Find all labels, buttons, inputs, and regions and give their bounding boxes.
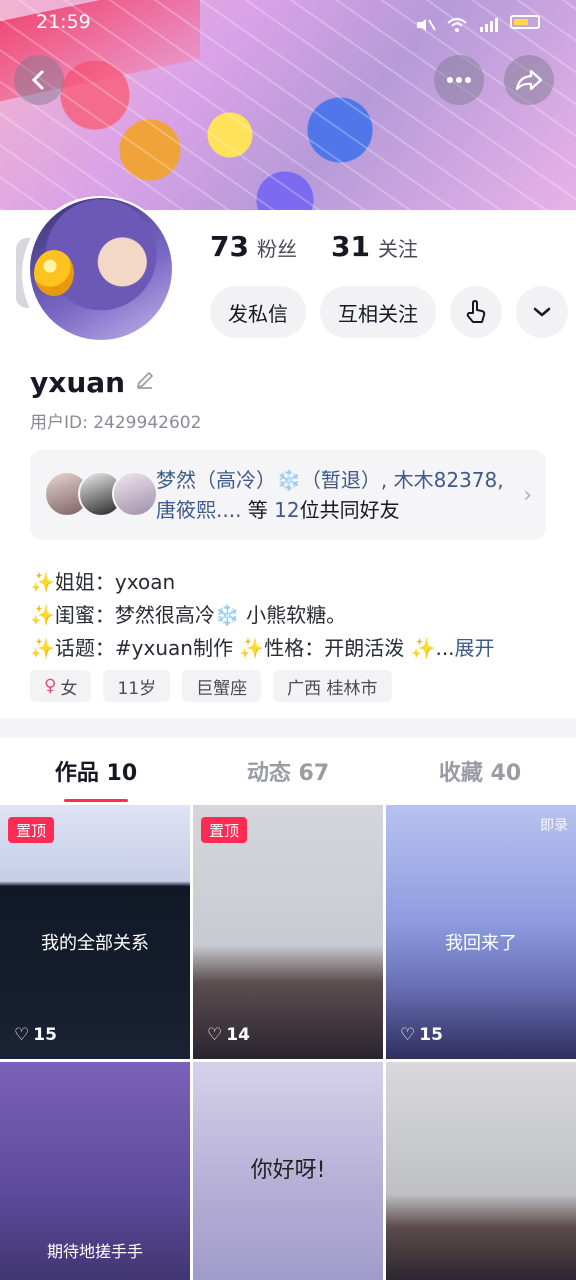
edit-pencil-icon[interactable] (135, 370, 155, 395)
age-tag: 11岁 (103, 670, 171, 702)
followers-stat[interactable]: 73 粉丝 (210, 230, 297, 263)
chevron-right-icon: › (523, 482, 532, 508)
expand-recommend-button[interactable] (516, 286, 568, 338)
status-time: 21:59 (36, 11, 91, 33)
video-thumbnail[interactable]: 即录 我回来了 ♡ 15 (386, 805, 576, 1059)
following-label: 关注 (377, 237, 418, 261)
user-id[interactable]: 用户ID: 2429942602 (30, 408, 201, 433)
share-icon (515, 69, 543, 91)
like-count: ♡ 15 (400, 1025, 443, 1045)
signal-icon (478, 15, 500, 32)
works-grid: 置顶 我的全部关系 ♡ 15 置顶 ♡ 14 即录 我回来了 ♡ 15 期待地搓手手 … (0, 805, 576, 1280)
bio: ✨姐姐：yxoan ✨闺蜜：梦然很高冷❄️ 小熊软糖。 ✨话题：#yxuan制作… (30, 566, 546, 665)
egg-badge-icon[interactable] (34, 250, 74, 296)
following-stat[interactable]: 31 关注 (331, 230, 418, 263)
share-button[interactable] (504, 55, 554, 105)
gender-tag: ♀ 女 (30, 670, 92, 702)
more-horizontal-icon (447, 77, 471, 83)
gender-label: 女 (60, 678, 78, 699)
video-thumbnail[interactable]: 置顶 我的全部关系 ♡ 15 (0, 805, 190, 1059)
profile-actions: 发私信 互相关注 (210, 286, 568, 338)
mute-icon (414, 15, 436, 31)
video-thumbnail[interactable]: 期待地搓手手 (0, 1062, 190, 1280)
battery-icon (510, 15, 540, 29)
chevron-down-icon (533, 307, 551, 317)
username-row: yxuan (30, 366, 155, 399)
female-icon: ♀ (44, 676, 57, 696)
zodiac-tag: 巨蟹座 (182, 670, 262, 702)
chevron-left-icon (31, 70, 44, 90)
like-count-value: 15 (33, 1025, 57, 1045)
pinned-badge: 置顶 (201, 817, 248, 843)
profile-stats: 73 粉丝 31 关注 (210, 230, 418, 263)
mutual-avatars (44, 471, 158, 519)
like-count-value: 14 (226, 1025, 250, 1045)
mutual-suffix-pre: 等 (241, 498, 275, 522)
bio-expand-link[interactable]: 展开 (455, 636, 495, 660)
profile-tags: ♀ 女 11岁 巨蟹座 广西 桂林市 (30, 670, 392, 702)
mutual-suffix-post: 位共同好友 (299, 498, 400, 522)
message-button[interactable]: 发私信 (210, 286, 306, 338)
section-divider (0, 718, 576, 738)
video-thumbnail[interactable] (386, 1062, 576, 1280)
status-icons (414, 15, 540, 32)
pinned-badge: 置顶 (8, 817, 55, 843)
hand-tap-icon (466, 300, 486, 323)
bio-line-last: ✨话题：#yxuan制作 ✨性格：开朗活泼 ✨...展开 (30, 632, 546, 665)
username: yxuan (30, 366, 126, 399)
wifi-icon (446, 15, 468, 32)
back-button[interactable] (14, 55, 64, 105)
tab-favorites[interactable]: 收藏 40 (384, 738, 576, 804)
tab-moments[interactable]: 动态 67 (192, 738, 384, 804)
thumbnail-caption: 我的全部关系 (41, 933, 149, 954)
video-thumbnail[interactable]: 置顶 ♡ 14 (193, 805, 383, 1059)
like-count-value: 15 (419, 1025, 443, 1045)
mutual-friends-text: 梦然（高冷）❄️（暂退）, 木木82378, 唐筱熙.... 等 12位共同好友 (156, 465, 515, 525)
followers-count: 73 (210, 230, 249, 263)
heart-icon: ♡ (14, 1025, 30, 1045)
mutual-friends-card[interactable]: 梦然（高冷）❄️（暂退）, 木木82378, 唐筱熙.... 等 12位共同好友… (30, 450, 546, 540)
thumbnail-watermark: 即录 (540, 818, 568, 834)
mutual-avatar (112, 471, 158, 517)
mutual-count: 12 (274, 498, 300, 522)
bio-line: ✨话题：#yxuan制作 ✨性格：开朗活泼 ✨... (30, 636, 455, 660)
location-tag: 广西 桂林市 (273, 670, 392, 702)
thumbnail-caption: 你好呀! (250, 1158, 326, 1183)
thumbnail-caption: 我回来了 (445, 933, 517, 954)
like-count: ♡ 14 (207, 1025, 250, 1045)
heart-icon: ♡ (400, 1025, 416, 1045)
bio-line: ✨闺蜜：梦然很高冷❄️ 小熊软糖。 (30, 603, 347, 627)
followers-label: 粉丝 (256, 237, 297, 261)
more-button[interactable] (434, 55, 484, 105)
poke-button[interactable] (450, 286, 502, 338)
following-count: 31 (330, 230, 370, 263)
bio-line: ✨姐姐：yxoan (30, 570, 176, 594)
video-thumbnail[interactable]: 你好呀! (193, 1062, 383, 1280)
thumbnail-caption: 期待地搓手手 (46, 1242, 143, 1261)
like-count: ♡ 15 (14, 1025, 57, 1045)
status-bar: 21:59 (36, 9, 540, 35)
tab-works[interactable]: 作品 10 (0, 738, 192, 804)
heart-icon: ♡ (207, 1025, 223, 1045)
follow-button[interactable]: 互相关注 (320, 286, 436, 338)
content-tabs: 作品 10 动态 67 收藏 40 (0, 738, 576, 804)
